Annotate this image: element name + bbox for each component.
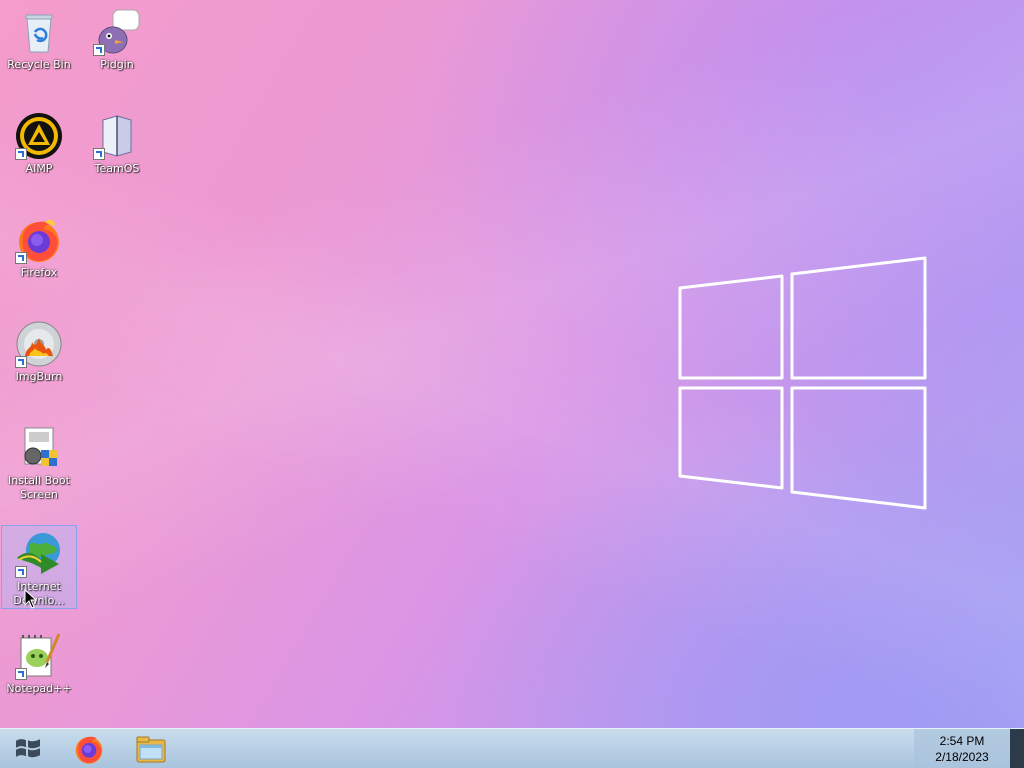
desktop-icon-install-boot-screen[interactable]: Install Boot Screen: [1, 420, 77, 502]
desktop-icon-teamos[interactable]: TeamOS: [79, 108, 155, 176]
notepad-plus-plus-icon: [15, 632, 63, 680]
desktop-icon-label: TeamOS: [94, 162, 140, 175]
install-boot-screen-icon: [15, 424, 63, 472]
clock-time: 2:54 PM: [939, 734, 985, 748]
shortcut-arrow-icon: [15, 356, 27, 368]
shortcut-arrow-icon: [93, 148, 105, 160]
desktop-icon-pidgin[interactable]: Pidgin: [79, 4, 155, 72]
shortcut-arrow-icon: [15, 566, 27, 578]
pidgin-icon: [93, 8, 141, 56]
desktop-icon-internet-download-manager[interactable]: Internet Downlo...: [1, 525, 77, 609]
shortcut-arrow-icon: [93, 44, 105, 56]
desktop-icon-recycle-bin[interactable]: Recycle Bin: [1, 4, 77, 72]
show-desktop-button[interactable]: [1010, 729, 1024, 768]
desktop: Recycle Bin Pidgin AIMP TeamOS Firefox I…: [0, 0, 1024, 728]
desktop-icon-label: Notepad++: [6, 682, 72, 695]
shortcut-arrow-icon: [15, 668, 27, 680]
desktop-icon-firefox[interactable]: Firefox: [1, 212, 77, 280]
imgburn-icon: [15, 320, 63, 368]
taskbar-firefox-button[interactable]: [60, 731, 118, 766]
shortcut-arrow-icon: [15, 252, 27, 264]
desktop-icon-label: AIMP: [25, 162, 53, 175]
desktop-icon-label: Firefox: [20, 266, 58, 279]
aimp-icon: [15, 112, 63, 160]
firefox-icon: [75, 736, 103, 764]
recycle-bin-icon: [15, 8, 63, 56]
taskbar-file-explorer-button[interactable]: [122, 731, 180, 766]
desktop-icon-label: Recycle Bin: [7, 58, 71, 71]
internet-download-manager-icon: [15, 530, 63, 578]
firefox-icon: [15, 216, 63, 264]
windows-logo-wallpaper: [678, 256, 927, 510]
desktop-icon-label: Install Boot Screen: [8, 474, 70, 501]
clock-date: 2/18/2023: [935, 750, 989, 764]
start-button[interactable]: [0, 729, 56, 768]
teamos-icon: [93, 112, 141, 160]
desktop-icon-aimp[interactable]: AIMP: [1, 108, 77, 176]
desktop-icon-label: ImgBurn: [15, 370, 63, 383]
file-explorer-icon: [136, 736, 166, 762]
desktop-icon-notepad-plus-plus[interactable]: Notepad++: [1, 628, 77, 696]
mouse-cursor-icon: [24, 589, 38, 609]
desktop-icon-label: Internet Downlo...: [13, 580, 65, 607]
windows-start-icon: [16, 738, 40, 757]
desktop-icon-imgburn[interactable]: ImgBurn: [1, 316, 77, 384]
shortcut-arrow-icon: [15, 148, 27, 160]
system-clock[interactable]: 2:54 PM 2/18/2023: [914, 729, 1010, 768]
taskbar: 2:54 PM 2/18/2023: [0, 728, 1024, 768]
desktop-icon-label: Pidgin: [100, 58, 134, 71]
